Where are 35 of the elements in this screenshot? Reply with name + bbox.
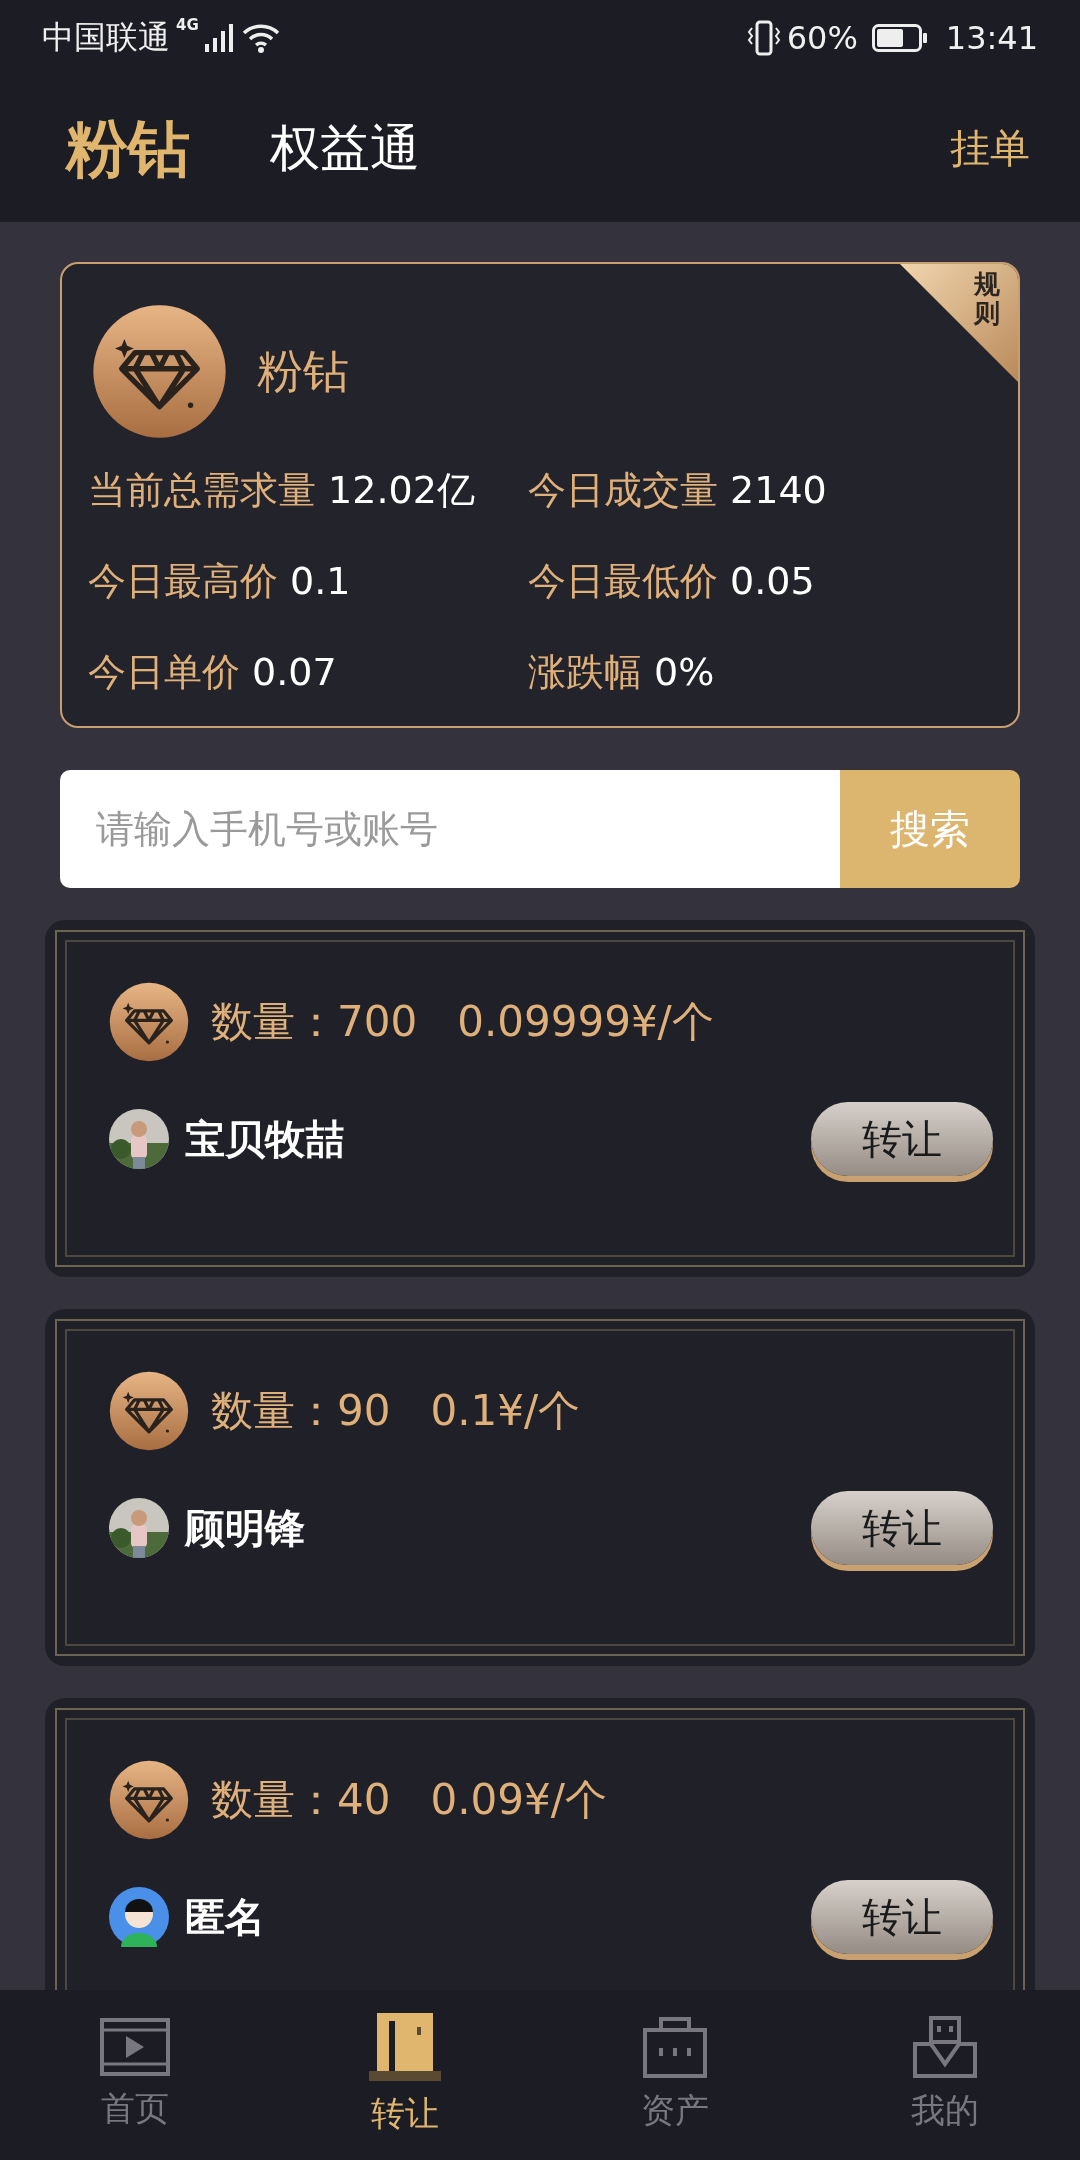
briefcase-icon bbox=[643, 2016, 707, 2078]
battery-percent: 60% bbox=[786, 18, 858, 57]
quantity-price-text: 数量：40 0.09¥/个 bbox=[211, 1774, 607, 1826]
stat-text: 今日最高价 0.1 bbox=[88, 558, 352, 605]
signal-icon bbox=[204, 23, 235, 52]
place-order-link[interactable]: 挂单 bbox=[950, 121, 1030, 176]
stat-text: 当前总需求量 12.02亿 bbox=[88, 467, 476, 514]
user-name: 顾明锋 bbox=[185, 1503, 306, 1553]
user-name: 匿名 bbox=[185, 1892, 266, 1942]
avatar-icon bbox=[109, 1887, 169, 1947]
carrier-text: 中国联通 bbox=[42, 16, 170, 58]
vibrate-icon bbox=[746, 19, 781, 56]
quantity-price-text: 数量：700 0.09999¥/个 bbox=[211, 996, 714, 1048]
stat-text: 今日单价 0.07 bbox=[88, 649, 338, 696]
header-tab[interactable]: 权益通 bbox=[270, 115, 420, 182]
rules-tab[interactable]: 规则 bbox=[900, 264, 1018, 382]
stat-text: 今日最低价 0.05 bbox=[528, 558, 816, 605]
asset-name: 粉钻 bbox=[257, 342, 349, 400]
quantity-price-text: 数量：90 0.1¥/个 bbox=[211, 1385, 581, 1437]
nav-tab[interactable]: 首页 bbox=[0, 1990, 270, 2160]
video-icon bbox=[100, 2018, 170, 2076]
user-name: 宝贝牧喆 bbox=[185, 1114, 346, 1164]
nav-tab[interactable]: 转让 bbox=[270, 1990, 540, 2160]
clock-time: 13:41 bbox=[945, 18, 1038, 57]
wifi-icon bbox=[240, 22, 281, 53]
stat-text: 涨跌幅 0% bbox=[528, 649, 716, 696]
header-tab[interactable]: 粉钻 bbox=[66, 106, 190, 191]
door-icon bbox=[369, 2013, 441, 2081]
stat-text: 今日成交量 2140 bbox=[528, 467, 828, 514]
search-field[interactable]: 请输入手机号或账号 bbox=[60, 770, 840, 888]
battery-icon bbox=[871, 23, 928, 52]
nav-tab[interactable]: 资产 bbox=[540, 1990, 810, 2160]
nav-tab[interactable]: 我的 bbox=[810, 1990, 1080, 2160]
network-type: 4G bbox=[176, 16, 199, 34]
tray-icon bbox=[913, 2016, 977, 2078]
